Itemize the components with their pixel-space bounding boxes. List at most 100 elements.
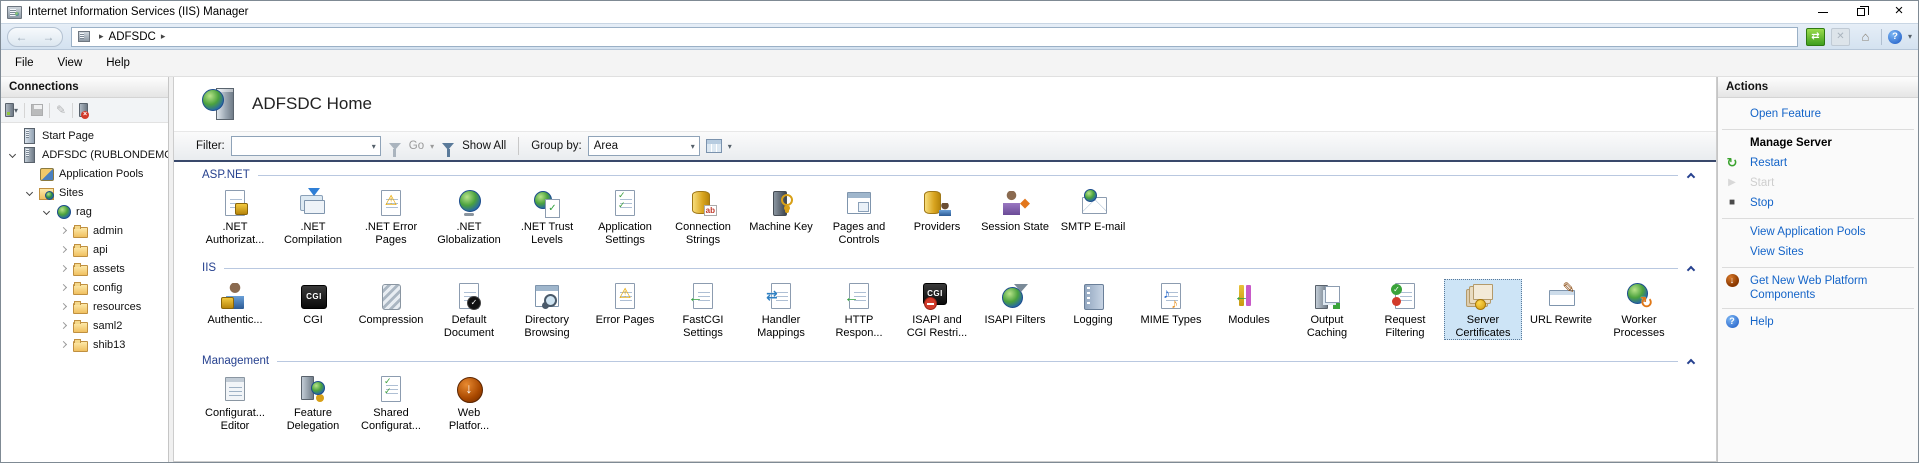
collapse-section-icon[interactable] [1687, 265, 1695, 273]
feature-item[interactable]: Feature Delegation [274, 372, 352, 433]
feature-item[interactable]: .NET Compilation [274, 186, 352, 247]
action-item[interactable]: ▶ Start [1718, 174, 1918, 194]
help-icon[interactable]: ? [1888, 30, 1902, 44]
view-mode-dropdown-icon[interactable]: ▾ [728, 142, 732, 151]
chevron-icon[interactable] [60, 265, 67, 272]
chevron-icon[interactable] [60, 227, 67, 234]
feature-item[interactable]: Default Document [430, 279, 508, 340]
feature-item[interactable]: ISAPI Filters [976, 279, 1054, 340]
action-item[interactable]: ? Help [1718, 313, 1918, 333]
feature-item[interactable]: Application Settings [586, 186, 664, 247]
feature-item[interactable]: SMTP E-mail [1054, 186, 1132, 247]
tree-item[interactable]: admin [1, 221, 168, 240]
tree-item[interactable]: rag [1, 202, 168, 221]
feature-item[interactable]: Error Pages [586, 279, 664, 340]
tree-item[interactable]: config [1, 278, 168, 297]
save-connections-button[interactable] [31, 104, 43, 116]
feature-item[interactable]: Web Platfor... [430, 372, 508, 433]
menu-file[interactable]: File [15, 57, 34, 69]
feature-item[interactable]: Configurat... Editor [196, 372, 274, 433]
feature-item[interactable]: ISAPI and CGI Restri... [898, 279, 976, 340]
tree-item[interactable]: shib13 [1, 335, 168, 354]
feature-item[interactable]: .NET Authorizat... [196, 186, 274, 247]
tree-item[interactable]: saml2 [1, 316, 168, 335]
go-dropdown-icon[interactable]: ▾ [430, 142, 434, 151]
tree-item[interactable]: Sites [1, 183, 168, 202]
close-button[interactable] [1880, 1, 1918, 23]
feature-item[interactable]: FastCGI Settings [664, 279, 742, 340]
feature-item[interactable]: Pages and Controls [820, 186, 898, 247]
back-button[interactable]: ← [16, 31, 28, 43]
action-item[interactable]: ↻ Restart [1718, 154, 1918, 174]
tree-item[interactable]: Start Page [1, 126, 168, 145]
tree-item[interactable]: api [1, 240, 168, 259]
action-item[interactable]: ↓ Get New Web Platform Components [1718, 272, 1918, 304]
help-icon: ? [1724, 315, 1740, 328]
feature-item[interactable]: .NET Globalization [430, 186, 508, 247]
group-by-select[interactable]: Area ▾ [588, 136, 700, 156]
filter-input[interactable]: ▾ [231, 136, 381, 156]
feature-item[interactable]: Shared Configurat... [352, 372, 430, 433]
show-all-button[interactable]: Show All [462, 140, 506, 152]
stop-request-button[interactable]: ✕ [1831, 28, 1850, 46]
refresh-button[interactable]: ⇄ [1806, 28, 1825, 46]
breadcrumb-arrow-icon[interactable]: ▸ [161, 31, 166, 42]
feature-item[interactable]: .NET Trust Levels [508, 186, 586, 247]
chevron-icon[interactable] [60, 341, 67, 348]
shared-configuration-icon [376, 374, 406, 404]
feature-item[interactable]: Authentic... [196, 279, 274, 340]
feature-item[interactable]: URL Rewrite [1522, 279, 1600, 340]
feature-item[interactable]: Worker Processes [1600, 279, 1678, 340]
collapse-section-icon[interactable] [1687, 172, 1695, 180]
create-connection-button[interactable]: ▾ [5, 103, 18, 117]
action-item[interactable]: ■ Stop [1718, 194, 1918, 214]
tree-item[interactable]: assets [1, 259, 168, 278]
feature-item[interactable]: Logging [1054, 279, 1132, 340]
chevron-icon[interactable] [26, 189, 33, 196]
view-mode-icon[interactable] [706, 139, 722, 153]
feature-item[interactable]: Server Certificates [1444, 279, 1522, 340]
action-item[interactable]: View Application Pools [1718, 223, 1918, 243]
collapse-section-icon[interactable] [1687, 358, 1695, 366]
chevron-icon[interactable] [60, 303, 67, 310]
rename-connection-button[interactable]: ✎ [56, 103, 66, 117]
go-button[interactable]: Go [409, 140, 424, 152]
feature-item[interactable]: Session State [976, 186, 1054, 247]
chevron-icon[interactable] [9, 151, 16, 158]
chevron-icon[interactable] [43, 208, 50, 215]
feature-item[interactable]: Modules [1210, 279, 1288, 340]
feature-item[interactable]: MIME Types [1132, 279, 1210, 340]
action-item[interactable]: Open Feature [1718, 105, 1918, 125]
tree-item[interactable]: ADFSDC (RUBLONDEMO\adm [1, 145, 168, 164]
feature-item[interactable]: HTTP Respon... [820, 279, 898, 340]
breadcrumb-server[interactable]: ADFSDC [109, 31, 156, 43]
feature-item[interactable]: Connection Strings [664, 186, 742, 247]
restore-button[interactable] [1842, 1, 1880, 23]
action-item[interactable]: View Sites [1718, 243, 1918, 263]
feature-item[interactable]: Directory Browsing [508, 279, 586, 340]
home-icon[interactable]: ⌂ [1856, 28, 1875, 46]
tree-item[interactable]: resources [1, 297, 168, 316]
chevron-icon[interactable] [60, 284, 67, 291]
help-dropdown-icon[interactable]: ▾ [1908, 32, 1912, 41]
feature-item[interactable]: Request Filtering [1366, 279, 1444, 340]
tree-item[interactable]: Application Pools [1, 164, 168, 183]
group-by-value: Area [594, 140, 618, 152]
breadcrumb[interactable]: ▸ ADFSDC ▸ [71, 27, 1798, 47]
feature-item[interactable]: Output Caching [1288, 279, 1366, 340]
forward-button[interactable]: → [43, 31, 55, 43]
menu-help[interactable]: Help [106, 57, 130, 69]
chevron-icon[interactable] [60, 246, 67, 253]
minimize-button[interactable] [1804, 1, 1842, 23]
feature-item[interactable]: CGI [274, 279, 352, 340]
feature-item[interactable]: Providers [898, 186, 976, 247]
menu-view[interactable]: View [58, 57, 83, 69]
feature-item[interactable]: .NET Error Pages [352, 186, 430, 247]
feature-item[interactable]: Compression [352, 279, 430, 340]
feature-item[interactable]: Machine Key [742, 186, 820, 247]
net-error-pages-icon [376, 188, 406, 218]
folder-icon [73, 280, 88, 295]
remove-connection-button[interactable] [79, 103, 88, 117]
chevron-icon[interactable] [60, 322, 67, 329]
feature-item[interactable]: Handler Mappings [742, 279, 820, 340]
